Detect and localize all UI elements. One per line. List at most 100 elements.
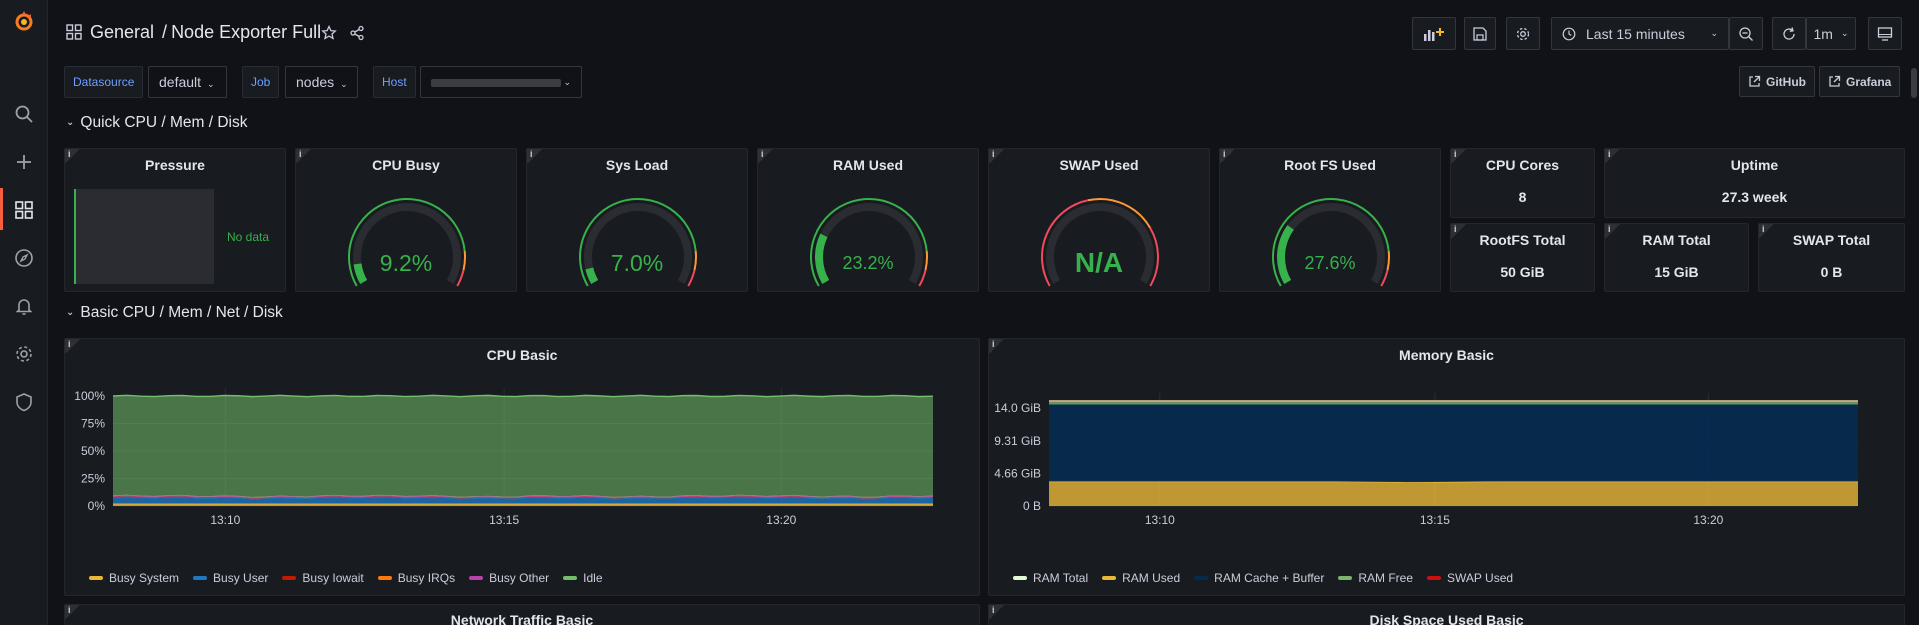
- plus-icon[interactable]: [12, 150, 36, 174]
- panel-title: RootFS Total: [1479, 232, 1566, 248]
- breadcrumb-dashboard[interactable]: Node Exporter Full: [171, 22, 321, 42]
- chevron-down-icon: ⌄: [66, 307, 75, 318]
- chart-legend: Busy System Busy User Busy Iowait Busy IRQs…: [89, 571, 603, 585]
- grafana-link-label: Grafana: [1846, 74, 1892, 89]
- stat-value: 0 B: [1820, 264, 1843, 280]
- legend-label: Busy IRQs: [397, 571, 456, 585]
- memory-basic-chart: 13:10 13:15 13:20 14.0 GiB 9.31 GiB 4.66 GiB 0…: [994, 393, 1858, 527]
- refresh-interval-picker[interactable]: 1m ⌄: [1806, 17, 1856, 50]
- zoom-out-icon: [1739, 26, 1753, 41]
- datasource-variable-select[interactable]: default ⌄: [148, 66, 227, 98]
- legend-swatch: [469, 576, 484, 580]
- legend-item[interactable]: RAM Free: [1338, 571, 1413, 585]
- legend-item[interactable]: Busy System: [89, 571, 179, 585]
- rootfs-total-panel[interactable]: i RootFS Total 50 GiB: [1450, 223, 1595, 292]
- time-range-label: Last 15 minutes: [1586, 25, 1685, 42]
- pressure-panel[interactable]: i Pressure No data: [64, 148, 286, 292]
- datasource-variable-label: Datasource: [64, 66, 144, 98]
- shield-icon[interactable]: [12, 390, 36, 414]
- chart-legend: RAM Total RAM Used RAM Cache + Buffer RAM F…: [1013, 571, 1513, 585]
- job-variable-label: Job: [242, 66, 280, 98]
- x-tick-label: 13:10: [1145, 513, 1175, 527]
- save-dashboard-button[interactable]: [1464, 17, 1496, 50]
- legend-item[interactable]: RAM Cache + Buffer: [1194, 571, 1324, 585]
- swap-used-panel[interactable]: i SWAP Used N/A: [988, 148, 1210, 292]
- legend-item[interactable]: RAM Used: [1102, 571, 1180, 585]
- row-quick-cpu-mem-disk[interactable]: ⌄ Quick CPU / Mem / Disk: [66, 114, 247, 132]
- stat-value: 8: [1518, 189, 1527, 205]
- breadcrumb-separator: /: [162, 22, 168, 42]
- legend-item[interactable]: Busy IRQs: [377, 571, 456, 585]
- root-fs-used-panel[interactable]: i Root FS Used 27.6%: [1219, 148, 1441, 292]
- legend-item[interactable]: Busy Other: [469, 571, 549, 585]
- row-title-quick: Quick CPU / Mem / Disk: [80, 114, 248, 131]
- external-link-icon: [1749, 75, 1761, 87]
- explore-compass-icon[interactable]: [12, 246, 36, 270]
- refresh-button[interactable]: [1772, 17, 1806, 50]
- root-fs-gauge: [1272, 198, 1390, 287]
- cpu-basic-panel[interactable]: i CPU Basic 13:10 13:15 13:20 100% 75% 50% 25%…: [64, 338, 980, 596]
- host-variable-select[interactable]: ⌄: [420, 66, 582, 98]
- share-icon[interactable]: [346, 22, 368, 44]
- clock-icon: [1562, 27, 1576, 40]
- legend-label: Idle: [583, 571, 603, 585]
- legend-label: RAM Free: [1358, 571, 1414, 585]
- y-tick-label: 0%: [88, 499, 106, 513]
- scrollbar-thumb[interactable]: [1911, 68, 1917, 98]
- zoom-out-button[interactable]: [1729, 17, 1763, 50]
- pressure-bar-gauge: [74, 189, 214, 284]
- cpu-cores-panel[interactable]: i CPU Cores 8: [1450, 148, 1595, 218]
- grafana-link[interactable]: Grafana: [1819, 66, 1901, 97]
- dashboards-icon[interactable]: [12, 198, 36, 222]
- panel-title: CPU Busy: [372, 157, 440, 173]
- no-data-label: No data: [227, 230, 270, 244]
- job-variable-select[interactable]: nodes ⌄: [285, 66, 358, 98]
- legend-item[interactable]: Idle: [563, 571, 603, 585]
- legend-item[interactable]: RAM Total: [1013, 571, 1088, 585]
- uptime-panel[interactable]: i Uptime 27.3 week: [1604, 148, 1905, 218]
- star-icon[interactable]: [318, 22, 340, 44]
- chevron-down-icon: ⌄: [1840, 28, 1849, 38]
- ram-used-gauge: [810, 198, 928, 287]
- time-picker-button[interactable]: Last 15 minutes ⌄: [1551, 17, 1729, 50]
- panel-title: Uptime: [1730, 157, 1779, 173]
- legend-item[interactable]: Busy User: [193, 571, 268, 585]
- swap-total-panel[interactable]: i SWAP Total 0 B: [1758, 223, 1905, 292]
- save-icon: [1473, 26, 1487, 41]
- chevron-down-icon: ⌄: [66, 117, 75, 128]
- dashboard-settings-button[interactable]: [1506, 17, 1540, 50]
- sys-load-panel[interactable]: i Sys Load 7.0%: [526, 148, 748, 292]
- legend-item[interactable]: Busy Iowait: [282, 571, 364, 585]
- panel-title: Memory Basic: [1399, 347, 1494, 363]
- legend-label: RAM Cache + Buffer: [1214, 571, 1325, 585]
- cpu-busy-panel[interactable]: i CPU Busy 9.2%: [295, 148, 517, 292]
- add-panel-button[interactable]: [1412, 17, 1456, 50]
- external-link-icon: [1829, 75, 1841, 87]
- github-link[interactable]: GitHub: [1739, 66, 1815, 97]
- row-basic-cpu-mem-net-disk[interactable]: ⌄ Basic CPU / Mem / Net / Disk: [66, 304, 283, 322]
- panel-title: RAM Used: [832, 157, 903, 173]
- dashboard-grid-icon: [66, 24, 82, 45]
- gauge-value: 27.6%: [1304, 253, 1356, 273]
- search-icon[interactable]: [12, 102, 36, 126]
- alerting-bell-icon[interactable]: [12, 294, 36, 318]
- settings-gear-icon[interactable]: [12, 342, 36, 366]
- y-tick-label: 14.0 GiB: [994, 401, 1041, 415]
- legend-item[interactable]: SWAP Used: [1427, 571, 1513, 585]
- panel-title: SWAP Used: [1059, 157, 1139, 173]
- cpu-basic-chart: 13:10 13:15 13:20 100% 75% 50% 25% 0%: [74, 388, 934, 527]
- ram-total-panel[interactable]: i RAM Total 15 GiB: [1604, 223, 1749, 292]
- tv-mode-button[interactable]: [1868, 17, 1902, 50]
- x-tick-label: 13:15: [1420, 513, 1450, 527]
- breadcrumb-folder[interactable]: General: [90, 22, 154, 42]
- disk-space-panel[interactable]: i Disk Space Used Basic: [988, 604, 1905, 625]
- panel-title: CPU Basic: [486, 347, 558, 363]
- y-tick-label: 9.31 GiB: [994, 434, 1041, 448]
- add-panel-icon: [1424, 27, 1444, 41]
- stat-value: 27.3 week: [1721, 189, 1788, 205]
- network-traffic-panel[interactable]: i Network Traffic Basic: [64, 604, 980, 625]
- legend-label: RAM Used: [1122, 571, 1181, 585]
- grafana-logo-icon[interactable]: [12, 10, 36, 34]
- ram-used-panel[interactable]: i RAM Used 23.2%: [757, 148, 979, 292]
- memory-basic-panel[interactable]: i Memory Basic 13:10 13:15 13:20 14.0 GiB 9.…: [988, 338, 1905, 596]
